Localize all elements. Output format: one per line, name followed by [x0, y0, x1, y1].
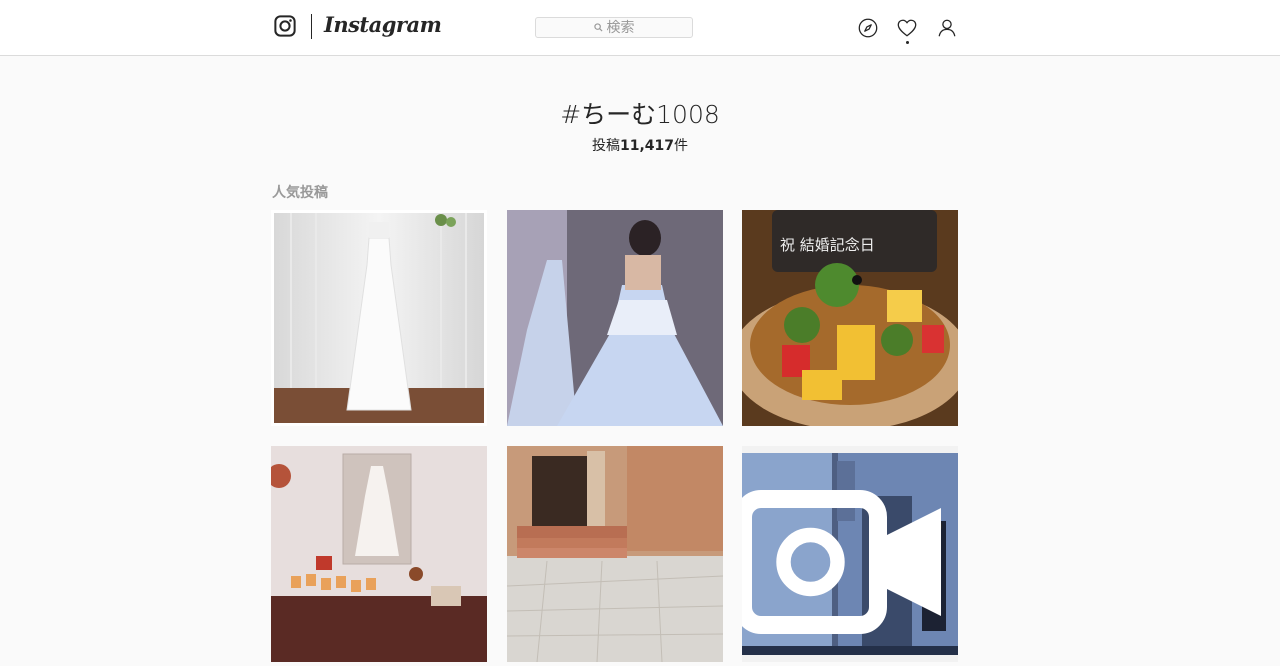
top-posts-heading: 人気投稿 [272, 185, 328, 201]
post-image-wedding-display [271, 446, 487, 662]
instagram-camera-icon[interactable] [274, 15, 296, 37]
post-image-building-entrance [507, 446, 723, 662]
post-count-value: 11,417 [619, 138, 675, 154]
post-count-prefix: 投稿 [591, 138, 620, 154]
plaque-text: 祝 結婚記念日 [780, 236, 875, 254]
hashtag-title: #ちーむ1008 [560, 100, 720, 129]
post-count: 投稿11,417件 [0, 135, 1280, 155]
search-input[interactable]: 検索 [535, 17, 693, 38]
search-icon [593, 23, 603, 32]
post-count-suffix: 件 [674, 138, 689, 154]
video-camera-icon [742, 490, 941, 634]
post-thumbnail-blue-gown[interactable] [507, 210, 723, 426]
post-thumbnail-wedding-dress[interactable] [271, 210, 487, 426]
instagram-wordmark[interactable]: Instagram [324, 12, 442, 37]
heart-icon[interactable] [896, 17, 918, 39]
logo-divider [311, 14, 312, 39]
notification-dot [906, 41, 909, 44]
post-image-blue-gown [507, 210, 723, 426]
profile-icon[interactable] [936, 17, 958, 39]
post-thumbnail-video-still[interactable] [742, 446, 958, 662]
post-thumbnail-fruit-tart[interactable]: 祝 結婚記念日 [742, 210, 958, 426]
top-nav-bar: Instagram 検索 [0, 0, 1280, 56]
post-image-fruit-tart: 祝 結婚記念日 [742, 210, 958, 426]
post-thumbnail-wedding-display[interactable] [271, 446, 487, 662]
post-thumbnail-building-entrance[interactable] [507, 446, 723, 662]
post-image-wedding-dress [271, 210, 487, 426]
search-placeholder: 検索 [606, 19, 635, 36]
compass-icon[interactable] [857, 17, 879, 39]
